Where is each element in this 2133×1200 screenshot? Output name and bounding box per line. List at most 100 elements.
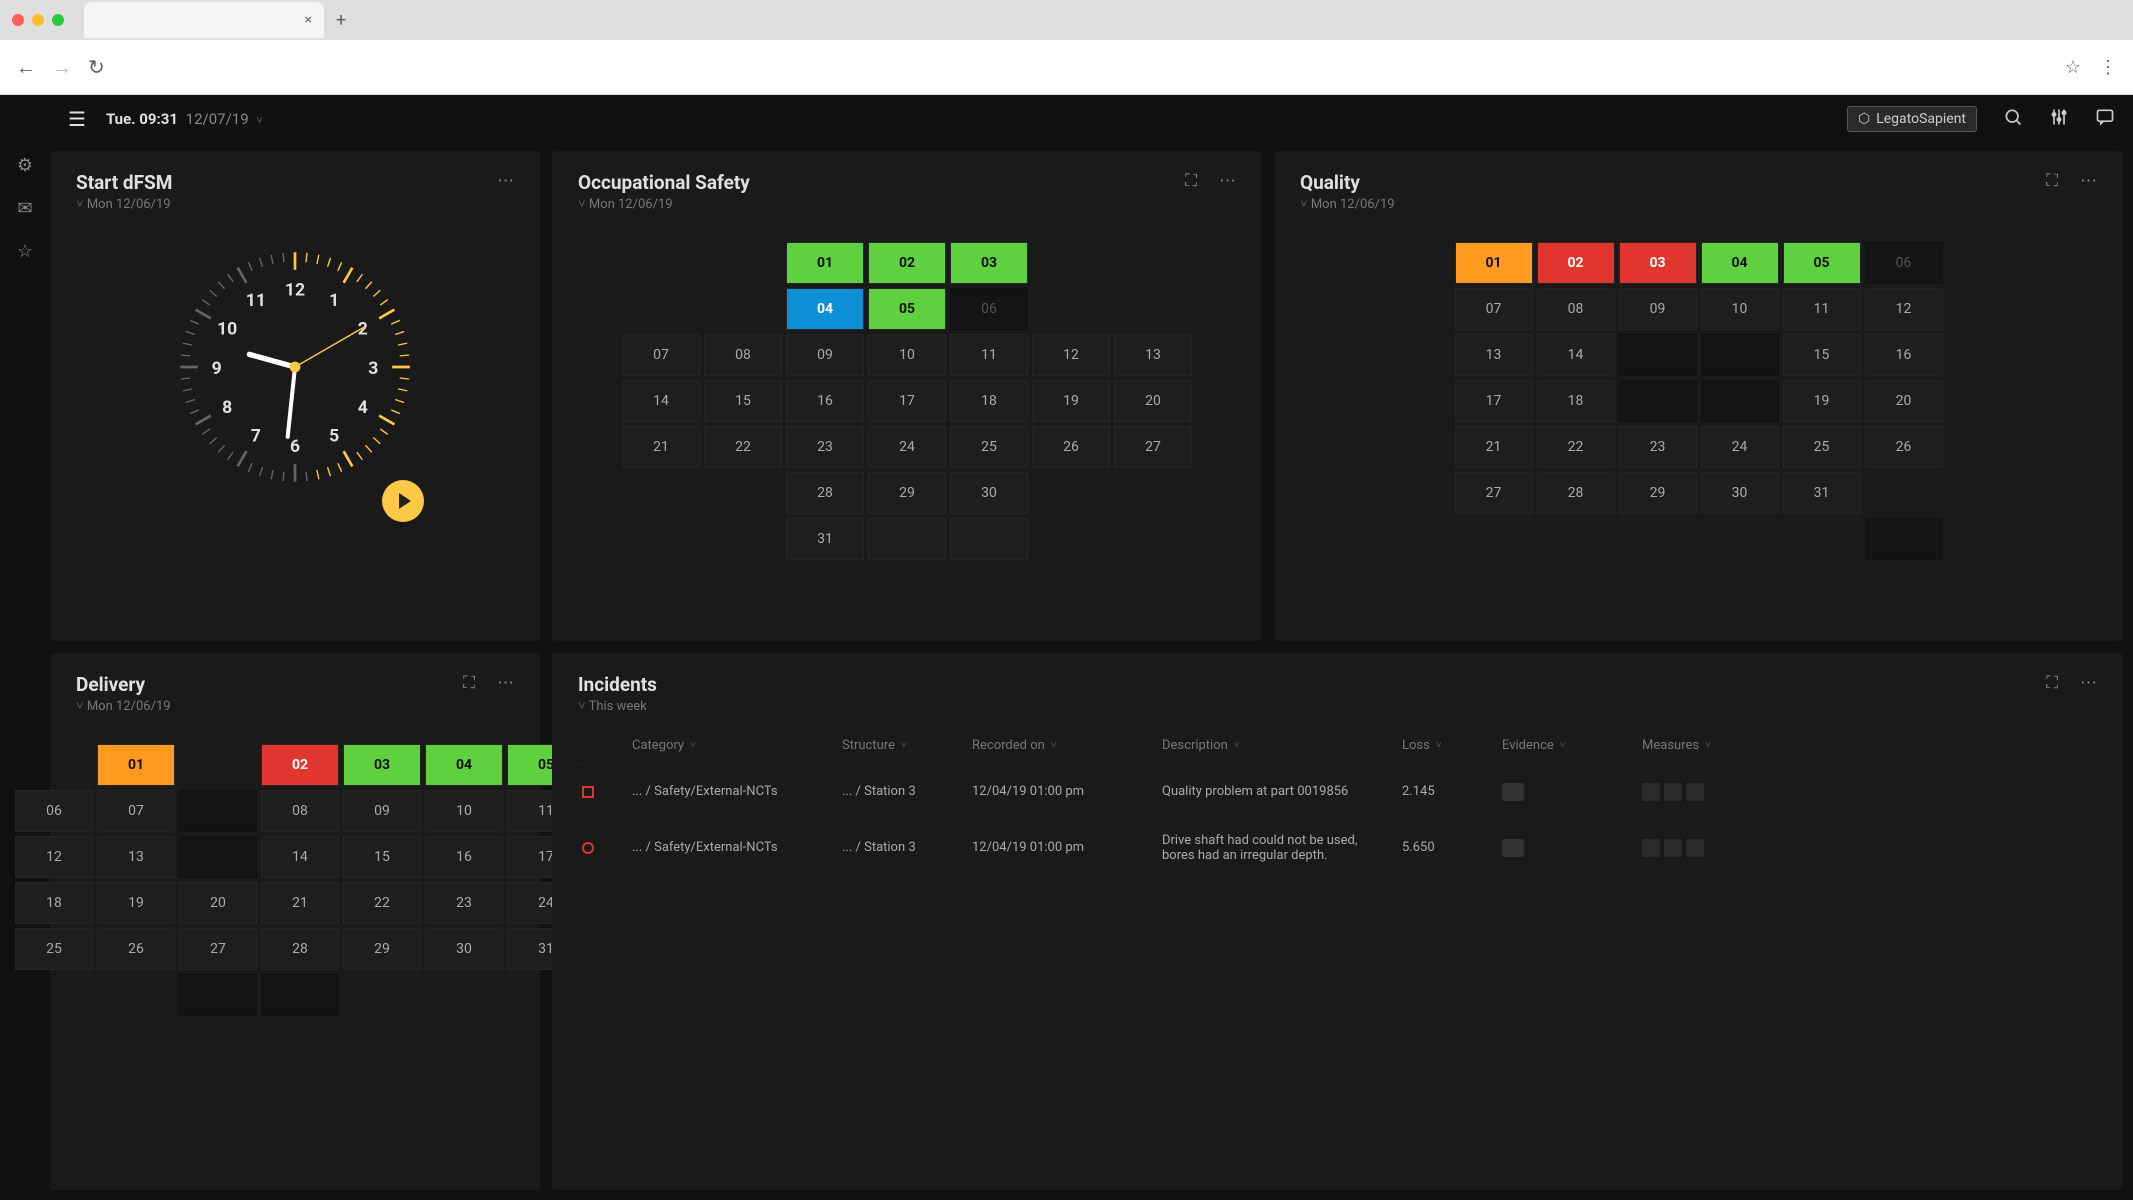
day-cell[interactable]	[1701, 380, 1779, 422]
browser-menu-icon[interactable]: ⋮	[2099, 57, 2117, 78]
day-cell[interactable]: 12	[1032, 334, 1110, 376]
rail-star-icon[interactable]: ☆	[17, 241, 33, 262]
day-cell[interactable]: 06	[1865, 242, 1943, 284]
day-cell[interactable]	[1701, 334, 1779, 376]
day-cell[interactable]: 07	[97, 790, 175, 832]
day-cell[interactable]: 13	[1114, 334, 1192, 376]
day-cell[interactable]: 16	[1865, 334, 1943, 376]
day-cell[interactable]: 03	[343, 744, 421, 786]
day-cell[interactable]: 11	[950, 334, 1028, 376]
day-cell[interactable]: 10	[1701, 288, 1779, 330]
day-cell[interactable]: 20	[179, 882, 257, 924]
day-cell[interactable]: 28	[786, 472, 864, 514]
day-cell[interactable]: 08	[704, 334, 782, 376]
forward-icon[interactable]: →	[52, 55, 72, 80]
day-cell[interactable]: 25	[950, 426, 1028, 468]
url-input[interactable]	[121, 50, 2049, 84]
day-cell[interactable]: 08	[261, 790, 339, 832]
day-cell[interactable]: 15	[343, 836, 421, 878]
day-cell[interactable]: 18	[15, 882, 93, 924]
day-cell[interactable]	[261, 974, 339, 1016]
day-cell[interactable]: 30	[425, 928, 503, 970]
day-cell[interactable]: 27	[179, 928, 257, 970]
evidence-icon[interactable]	[1502, 783, 1524, 801]
day-cell[interactable]: 09	[786, 334, 864, 376]
day-cell[interactable]: 19	[97, 882, 175, 924]
day-cell[interactable]: 15	[1783, 334, 1861, 376]
column-header[interactable]: Description˅	[1162, 738, 1392, 753]
more-icon[interactable]: ⋯	[1219, 171, 1236, 191]
day-cell[interactable]: 06	[15, 790, 93, 832]
day-cell[interactable]: 25	[1783, 426, 1861, 468]
browser-tab[interactable]: ×	[84, 2, 324, 38]
day-cell[interactable]: 01	[97, 744, 175, 786]
day-cell[interactable]: 29	[343, 928, 421, 970]
day-cell[interactable]	[179, 790, 257, 832]
day-cell[interactable]: 19	[1783, 380, 1861, 422]
day-cell[interactable]: 13	[1455, 334, 1533, 376]
table-row[interactable]: ... / Safety/External-NCTs ... / Station…	[578, 820, 2097, 876]
day-cell[interactable]: 27	[1114, 426, 1192, 468]
minimize-window-icon[interactable]	[32, 14, 44, 26]
day-cell[interactable]: 30	[950, 472, 1028, 514]
day-cell[interactable]: 28	[261, 928, 339, 970]
close-window-icon[interactable]	[12, 14, 24, 26]
day-cell[interactable]: 02	[868, 242, 946, 284]
day-cell[interactable]: 20	[1114, 380, 1192, 422]
close-tab-icon[interactable]: ×	[305, 12, 312, 28]
day-cell[interactable]: 07	[1455, 288, 1533, 330]
day-cell[interactable]: 21	[261, 882, 339, 924]
card-subtitle[interactable]: Mon 12/06/19	[578, 196, 750, 212]
day-cell[interactable]: 28	[1537, 472, 1615, 514]
day-cell[interactable]: 03	[950, 242, 1028, 284]
maximize-window-icon[interactable]	[52, 14, 64, 26]
day-cell[interactable]: 24	[868, 426, 946, 468]
expand-icon[interactable]: ⛶	[1185, 171, 1197, 191]
new-tab-icon[interactable]: +	[336, 10, 346, 31]
day-cell[interactable]: 05	[868, 288, 946, 330]
day-cell[interactable]: 31	[786, 518, 864, 560]
day-cell[interactable]	[179, 974, 257, 1016]
day-cell[interactable]: 12	[1865, 288, 1943, 330]
day-cell[interactable]: 13	[97, 836, 175, 878]
column-header[interactable]: Structure˅	[842, 738, 962, 753]
card-subtitle[interactable]: This week	[578, 698, 657, 714]
day-cell[interactable]: 22	[1537, 426, 1615, 468]
day-cell[interactable]: 26	[1865, 426, 1943, 468]
measures-icons[interactable]	[1642, 783, 1742, 801]
topbar-datetime[interactable]: Tue. 09:31 12/07/19 ˅	[106, 110, 263, 128]
day-cell[interactable]: 20	[1865, 380, 1943, 422]
day-cell[interactable]: 08	[1537, 288, 1615, 330]
day-cell[interactable]: 04	[425, 744, 503, 786]
day-cell[interactable]: 07	[622, 334, 700, 376]
day-cell[interactable]: 03	[1619, 242, 1697, 284]
day-cell[interactable]: 26	[97, 928, 175, 970]
day-cell[interactable]: 17	[868, 380, 946, 422]
day-cell[interactable]: 12	[15, 836, 93, 878]
day-cell[interactable]: 04	[1701, 242, 1779, 284]
day-cell[interactable]: 21	[622, 426, 700, 468]
rail-inbox-icon[interactable]: ✉	[17, 198, 32, 219]
day-cell[interactable]: 04	[786, 288, 864, 330]
day-cell[interactable]: 06	[950, 288, 1028, 330]
column-header[interactable]: Evidence˅	[1502, 738, 1632, 753]
day-cell[interactable]: 26	[1032, 426, 1110, 468]
day-cell[interactable]: 23	[786, 426, 864, 468]
expand-icon[interactable]: ⛶	[2046, 673, 2058, 693]
back-icon[interactable]: ←	[16, 55, 36, 80]
chat-icon[interactable]	[2095, 107, 2115, 132]
day-cell[interactable]: 27	[1455, 472, 1533, 514]
expand-icon[interactable]: ⛶	[463, 673, 475, 693]
day-cell[interactable]: 01	[786, 242, 864, 284]
day-cell[interactable]: 02	[1537, 242, 1615, 284]
day-cell[interactable]	[950, 518, 1028, 560]
day-cell[interactable]: 22	[704, 426, 782, 468]
day-cell[interactable]: 02	[261, 744, 339, 786]
day-cell[interactable]: 09	[343, 790, 421, 832]
day-cell[interactable]: 29	[868, 472, 946, 514]
day-cell[interactable]: 25	[15, 928, 93, 970]
day-cell[interactable]	[179, 836, 257, 878]
rail-tree-icon[interactable]: ⚙	[17, 155, 33, 176]
day-cell[interactable]: 19	[1032, 380, 1110, 422]
day-cell[interactable]: 10	[425, 790, 503, 832]
